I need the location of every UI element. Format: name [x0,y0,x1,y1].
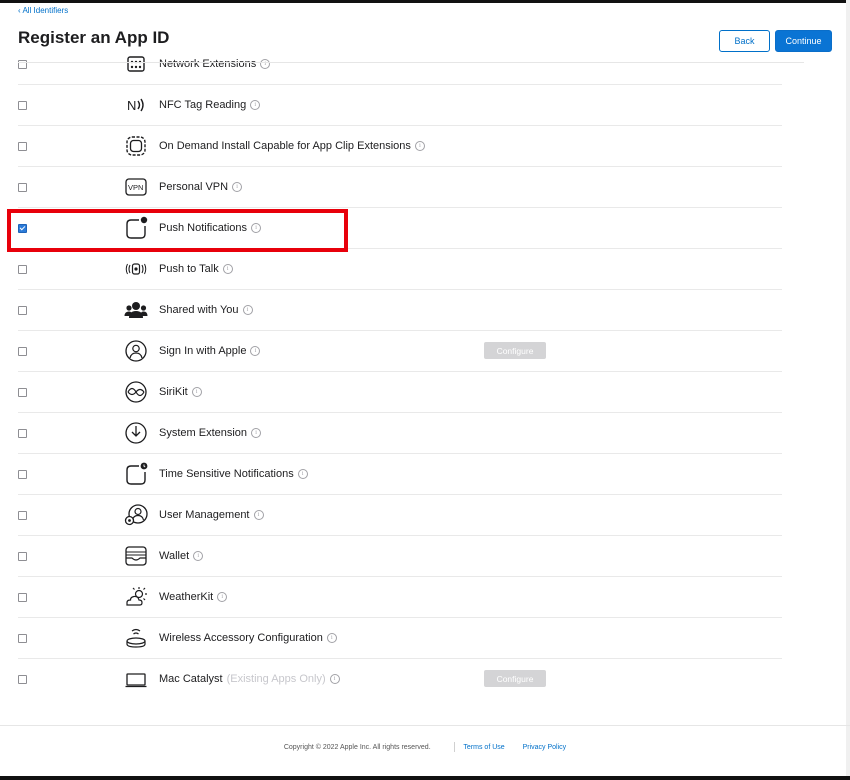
terms-of-use-link[interactable]: Terms of Use [463,744,504,751]
capabilities-list: Network Extensions i N NFC Tag Reading i O… [18,44,782,698]
capability-label: System Extension i [159,427,262,439]
copyright-text: Copyright © 2022 Apple Inc. All rights r… [283,743,431,751]
capability-checkbox[interactable] [18,306,27,315]
capability-label: Push to Talk i [159,263,233,275]
capability-row-shared-with-you: Shared with You i [18,290,782,331]
capability-row-on-demand-install: On Demand Install Capable for App Clip E… [18,126,782,167]
capability-row-weatherkit: WeatherKit i [18,577,782,618]
capability-label: WeatherKit i [159,591,228,603]
capability-checkbox[interactable] [18,511,27,520]
info-icon[interactable]: i [232,182,243,193]
configure-button-sign-in-with-apple[interactable]: Configure [484,342,546,359]
capability-row-personal-vpn: VPN Personal VPN i [18,167,782,208]
capability-row-wallet: Wallet i [18,536,782,577]
info-icon[interactable]: i [222,264,233,275]
wireless-accessory-icon [124,626,148,650]
capability-label: Personal VPN i [159,181,243,193]
info-icon[interactable]: i [253,510,264,521]
app-clip-icon [124,134,148,158]
capability-sublabel: (Existing Apps Only) [226,673,326,685]
capability-label: Push Notifications i [159,222,262,234]
shared-with-you-icon [124,298,148,322]
capability-row-wireless-accessory-configuration: Wireless Accessory Configuration i [18,618,782,659]
continue-button[interactable]: Continue [775,30,832,52]
capability-label: User Management i [159,509,264,521]
info-icon[interactable]: i [251,223,262,234]
capability-row-user-management: User Management i [18,495,782,536]
capability-label: Sign In with Apple i [159,345,261,357]
privacy-policy-link[interactable]: Privacy Policy [523,744,567,751]
window-top-border [0,0,850,3]
info-icon[interactable]: i [250,100,261,111]
svg-text:VPN: VPN [128,183,143,192]
info-icon[interactable]: i [326,633,337,644]
info-icon[interactable]: i [193,551,204,562]
capability-checkbox[interactable] [18,388,27,397]
capability-row-nfc-tag-reading: N NFC Tag Reading i [18,85,782,126]
info-icon[interactable]: i [414,141,425,152]
capability-label: Shared with You i [159,304,253,316]
info-icon[interactable]: i [251,428,262,439]
capability-checkbox[interactable] [18,347,27,356]
info-icon[interactable]: i [217,592,228,603]
window-right-border [846,0,850,780]
push-to-talk-icon [124,257,148,281]
svg-text:N: N [127,98,136,113]
sirikit-icon [124,380,148,404]
capability-label: Time Sensitive Notifications i [159,468,308,480]
info-icon[interactable]: i [260,59,271,70]
capability-row-network-extensions: Network Extensions i [18,44,782,85]
push-notifications-icon [124,216,148,240]
capability-label: NFC Tag Reading i [159,99,261,111]
capability-checkbox[interactable] [18,183,27,192]
system-extension-icon [124,421,148,445]
mac-catalyst-icon [124,667,148,691]
capability-checkbox-checked[interactable] [18,224,27,233]
info-icon[interactable]: i [329,674,340,685]
capability-checkbox[interactable] [18,634,27,643]
capability-row-sign-in-with-apple: Sign In with Apple i Configure [18,331,782,372]
info-icon[interactable]: i [297,469,308,480]
weatherkit-icon [124,585,148,609]
capability-checkbox[interactable] [18,593,27,602]
info-icon[interactable]: i [191,387,202,398]
capability-checkbox[interactable] [18,142,27,151]
capability-checkbox[interactable] [18,429,27,438]
configure-button-mac-catalyst[interactable]: Configure [484,670,546,687]
capability-checkbox[interactable] [18,552,27,561]
footer-separator [453,742,455,752]
capability-row-push-to-talk: Push to Talk i [18,249,782,290]
capability-row-time-sensitive-notifications: Time Sensitive Notifications i [18,454,782,495]
sign-in-with-apple-icon [124,339,148,363]
capability-row-mac-catalyst: Mac Catalyst (Existing Apps Only) i Config… [18,659,782,698]
capability-checkbox[interactable] [18,675,27,684]
time-sensitive-icon [124,462,148,486]
window-bottom-border [0,776,850,780]
header-divider [18,62,804,63]
capability-checkbox[interactable] [18,265,27,274]
capability-label: Network Extensions i [159,58,271,70]
all-identifiers-link[interactable]: ‹ All Identifiers [18,6,68,15]
capability-label: SiriKit i [159,386,202,398]
vpn-icon: VPN [124,175,148,199]
capability-checkbox[interactable] [18,101,27,110]
capability-label: Wireless Accessory Configuration i [159,632,337,644]
footer-divider [0,725,850,726]
footer: Copyright © 2022 Apple Inc. All rights r… [0,742,850,752]
capability-label: On Demand Install Capable for App Clip E… [159,140,425,152]
capability-row-system-extension: System Extension i [18,413,782,454]
nfc-icon: N [124,93,148,117]
capability-checkbox[interactable] [18,470,27,479]
capability-label: Mac Catalyst (Existing Apps Only) i [159,673,340,685]
capability-label: Wallet i [159,550,204,562]
capability-row-push-notifications: Push Notifications i [18,208,782,249]
info-icon[interactable]: i [250,346,261,357]
capability-row-sirikit: SiriKit i [18,372,782,413]
network-extensions-icon [124,52,148,76]
user-management-icon [124,503,148,527]
wallet-icon [124,544,148,568]
info-icon[interactable]: i [242,305,253,316]
